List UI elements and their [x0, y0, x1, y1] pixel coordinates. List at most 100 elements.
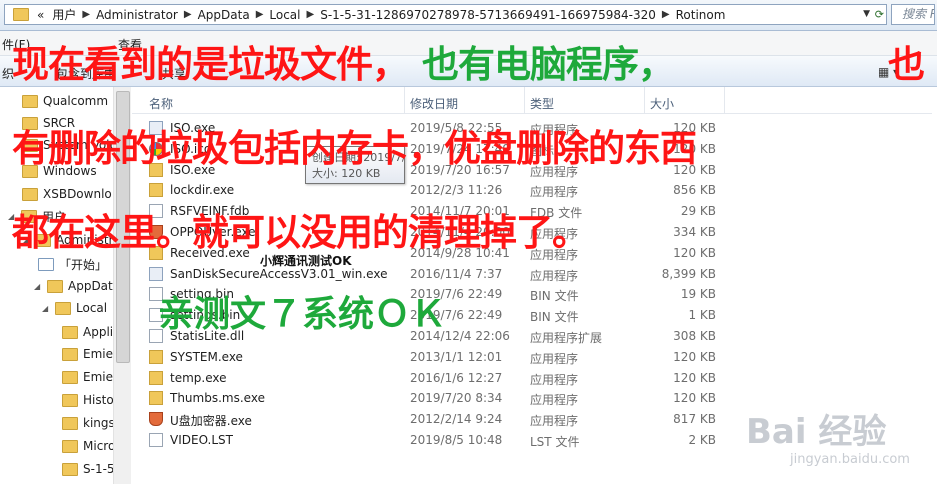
file-name: SYSTEM.exe: [170, 349, 243, 364]
folder-icon: [13, 8, 29, 21]
nav-item[interactable]: Histo: [62, 389, 114, 411]
file-size: 120 KB: [673, 349, 716, 364]
folder-icon: [62, 416, 78, 430]
breadcrumb-overflow[interactable]: «: [33, 8, 48, 22]
address-bar-area: « 用户 ▶ Administrator ▶ AppData ▶ Local ▶ S-1…: [0, 0, 937, 31]
file-size: 8,399 KB: [661, 266, 716, 281]
file-size: 856 KB: [673, 183, 716, 198]
file-type: 应用程序: [530, 393, 579, 408]
folder-icon: [149, 370, 163, 385]
folder-icon: [62, 325, 78, 339]
file-name: temp.exe: [170, 370, 227, 385]
file-size: 120 KB: [673, 370, 716, 385]
chevron-right-icon[interactable]: ▶: [254, 9, 266, 20]
folder-icon: [149, 391, 163, 406]
nav-item[interactable]: Qualcomm: [22, 90, 108, 112]
folder-icon: [22, 94, 38, 108]
nav-item[interactable]: S-1-5: [62, 458, 115, 480]
file-name: Thumbs.ms.exe: [170, 391, 265, 406]
file-type: 应用程序: [530, 372, 579, 387]
breadcrumb-sid-folder[interactable]: S-1-5-31-1286970278978-5713669491-166975…: [316, 8, 660, 22]
nav-item[interactable]: 「开始」: [38, 253, 107, 275]
column-name[interactable]: 名称: [149, 95, 173, 112]
file-type: 应用程序: [530, 351, 579, 366]
chevron-right-icon[interactable]: ▶: [182, 9, 194, 20]
folder-icon: [62, 462, 78, 476]
file-row[interactable]: temp.exe 2016/1/6 12:27 应用程序 120 KB: [132, 368, 932, 388]
breadcrumb-local[interactable]: Local: [265, 8, 304, 22]
exe-icon: [149, 266, 163, 281]
nav-item[interactable]: Appli: [62, 321, 113, 343]
file-row[interactable]: SanDiskSecureAccessV3.01_win.exe 2016/11/…: [132, 264, 932, 284]
file-date: 2016/1/6 12:27: [410, 370, 503, 385]
overlay-line1-red2: 也: [888, 43, 925, 86]
file-row[interactable]: lockdir.exe 2012/2/3 11:26 应用程序 856 KB: [132, 180, 932, 200]
overlay-line2: 有删除的垃圾包括内存卡，优盘删除的东西: [12, 127, 697, 170]
file-size: 308 KB: [673, 329, 716, 343]
baidu-watermark-logo: Bai 经验: [746, 412, 887, 452]
folder-icon: [62, 370, 78, 384]
nav-item[interactable]: ◢ Local: [42, 297, 107, 319]
file-type: LST 文件: [530, 435, 580, 449]
file-name: VIDEO.LST: [170, 433, 233, 447]
nav-item[interactable]: Emie: [62, 343, 113, 365]
folder-icon: [47, 279, 63, 293]
chevron-right-icon[interactable]: ▶: [80, 9, 92, 20]
file-date: 2019/7/20 8:34: [410, 391, 503, 406]
nav-item[interactable]: Micro: [62, 435, 115, 457]
file-type: BIN 文件: [530, 289, 579, 304]
chevron-right-icon[interactable]: ▶: [305, 9, 317, 20]
file-date: 2016/11/4 7:37: [410, 266, 503, 281]
chevron-right-icon[interactable]: ▶: [660, 9, 672, 20]
folder-icon: [62, 347, 78, 361]
folder-icon: [62, 439, 78, 453]
file-size: 334 KB: [673, 225, 716, 239]
doc-icon: [149, 433, 163, 447]
baidu-watermark-url: jingyan.baidu.com: [790, 452, 910, 467]
folder-icon: [62, 393, 78, 407]
folder-icon: [55, 301, 71, 315]
file-type: BIN 文件: [530, 310, 579, 325]
folder-icon: [149, 349, 163, 364]
file-size: 120 KB: [673, 245, 716, 260]
breadcrumb-rotinom[interactable]: Rotinom: [672, 8, 730, 22]
file-size: 817 KB: [673, 412, 716, 427]
file-size: 1 KB: [688, 308, 716, 323]
file-size: 2 KB: [688, 433, 716, 447]
file-date: 2012/2/14 9:24: [410, 412, 503, 427]
folder-icon: [149, 183, 163, 198]
column-header-row: 名称 修改日期 类型 大小: [132, 87, 932, 114]
file-size: 120 KB: [673, 391, 716, 406]
shortcut-icon: [38, 257, 54, 271]
chevron-down-icon[interactable]: ◢: [42, 304, 52, 313]
refresh-icon[interactable]: ⟳: [875, 5, 884, 24]
file-type: 应用程序: [530, 268, 579, 283]
column-type[interactable]: 类型: [530, 95, 554, 112]
overlay-test-note: 亲测文７系统ＯＫ: [158, 294, 447, 335]
column-size[interactable]: 大小: [650, 95, 674, 112]
search-input[interactable]: 搜索 Roti: [891, 4, 935, 25]
overlay-caption: 小辉通讯测试OK: [260, 252, 352, 269]
column-date[interactable]: 修改日期: [410, 95, 458, 112]
file-type: 应用程序: [530, 414, 579, 429]
file-date: 2019/8/5 10:48: [410, 433, 503, 447]
nav-item[interactable]: Emie: [62, 366, 113, 388]
address-bar[interactable]: « 用户 ▶ Administrator ▶ AppData ▶ Local ▶ S-1…: [4, 4, 887, 25]
file-date: 2013/1/1 12:01: [410, 349, 503, 364]
overlay-line1-green: 也有电脑程序，: [422, 43, 675, 86]
nav-item[interactable]: kings: [62, 412, 115, 434]
file-row[interactable]: SYSTEM.exe 2013/1/1 12:01 应用程序 120 KB: [132, 347, 932, 367]
breadcrumb-users[interactable]: 用户: [48, 6, 80, 23]
chevron-down-icon[interactable]: ▼: [863, 5, 870, 24]
shield-icon: [149, 412, 163, 427]
overlay-line3: 都在这里。就可以没用的清理掉了。: [12, 211, 589, 254]
file-date: 2012/2/3 11:26: [410, 183, 503, 198]
nav-item[interactable]: ◢ AppData: [34, 275, 120, 297]
file-size: 29 KB: [680, 204, 716, 219]
file-name: U盘加密器.exe: [170, 414, 252, 429]
file-type: 应用程序扩展: [530, 331, 603, 345]
breadcrumb-administrator[interactable]: Administrator: [92, 8, 182, 22]
chevron-down-icon[interactable]: ◢: [34, 282, 44, 291]
folder-icon: [22, 187, 38, 201]
breadcrumb-appdata[interactable]: AppData: [194, 8, 254, 22]
